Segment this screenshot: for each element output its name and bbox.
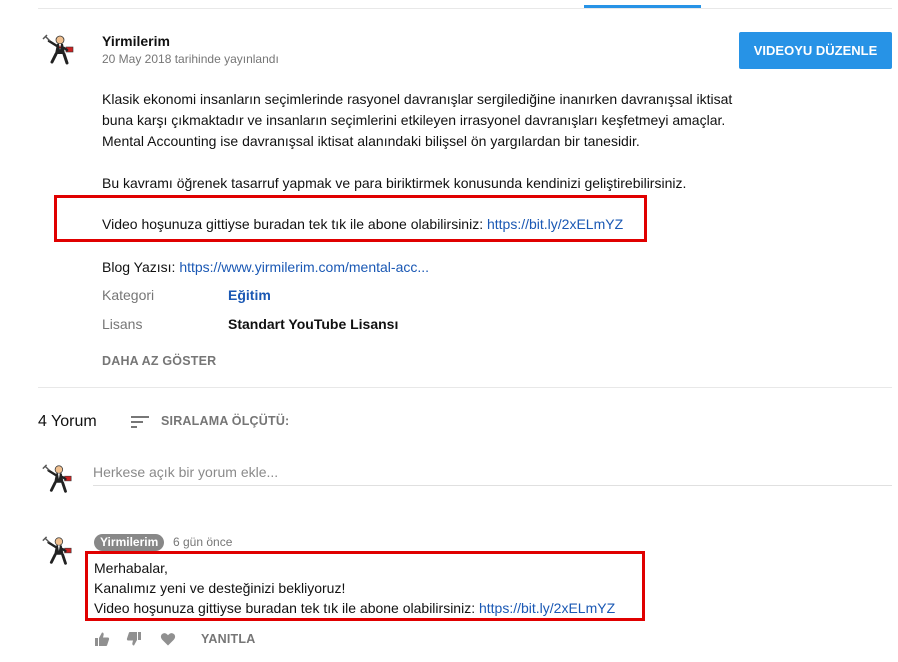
comment-text: Merhabalar, Kanalımız yeni ve desteğiniz… bbox=[94, 558, 615, 618]
show-less-button[interactable]: DAHA AZ GÖSTER bbox=[102, 354, 216, 368]
dislike-icon[interactable] bbox=[126, 631, 142, 647]
comment-line: Video hoşunuza gittiyse buradan tek tık … bbox=[94, 598, 615, 618]
blog-line: Blog Yazısı: https://www.yirmilerim.com/… bbox=[102, 257, 742, 278]
license-value: Standart YouTube Lisansı bbox=[228, 316, 399, 332]
sort-by-button[interactable]: SIRALAMA ÖLÇÜTÜ: bbox=[161, 414, 289, 428]
sort-icon[interactable] bbox=[131, 415, 149, 429]
subscribe-link[interactable]: https://bit.ly/2xELmYZ bbox=[487, 216, 623, 232]
heart-icon[interactable] bbox=[160, 631, 176, 647]
channel-name[interactable]: Yirmilerim bbox=[102, 33, 170, 49]
active-tab-indicator bbox=[584, 5, 701, 8]
category-value-link[interactable]: Eğitim bbox=[228, 287, 271, 303]
like-icon[interactable] bbox=[94, 631, 110, 647]
subscribe-line: Video hoşunuza gittiyse buradan tek tık … bbox=[102, 214, 742, 235]
comment-line-text: Video hoşunuza gittiyse buradan tek tık … bbox=[94, 600, 479, 616]
blog-label: Blog Yazısı: bbox=[102, 259, 180, 275]
comment-line: Merhabalar, bbox=[94, 560, 168, 576]
blog-link[interactable]: https://www.yirmilerim.com/mental-acc... bbox=[179, 259, 429, 275]
section-divider bbox=[38, 387, 892, 388]
comment-subscribe-link[interactable]: https://bit.ly/2xELmYZ bbox=[479, 600, 615, 616]
reply-button[interactable]: YANITLA bbox=[201, 632, 255, 646]
top-divider bbox=[38, 8, 892, 9]
category-label: Kategori bbox=[102, 287, 155, 303]
comment-line: Kanalımız yeni ve desteğinizi bekliyoruz… bbox=[94, 580, 346, 596]
channel-avatar-icon[interactable] bbox=[40, 32, 76, 68]
comment-count: 4 Yorum bbox=[38, 413, 97, 430]
commenter-avatar-icon[interactable] bbox=[40, 534, 74, 568]
description-paragraph: Klasik ekonomi insanların seçimlerinde r… bbox=[102, 91, 733, 149]
license-label: Lisans bbox=[102, 316, 143, 332]
add-comment-input[interactable] bbox=[93, 458, 892, 486]
user-avatar-icon bbox=[40, 462, 74, 496]
edit-video-button[interactable]: VIDEOYU DÜZENLE bbox=[739, 32, 892, 69]
subscribe-text: Video hoşunuza gittiyse buradan tek tık … bbox=[102, 216, 487, 232]
publish-date: 20 May 2018 tarihinde yayınlandı bbox=[102, 52, 279, 66]
description-paragraph: Bu kavramı öğrenek tasarruf yapmak ve pa… bbox=[102, 175, 687, 191]
comment-author-badge[interactable]: Yirmilerim bbox=[94, 534, 165, 551]
comment-timestamp[interactable]: 6 gün önce bbox=[173, 535, 232, 549]
